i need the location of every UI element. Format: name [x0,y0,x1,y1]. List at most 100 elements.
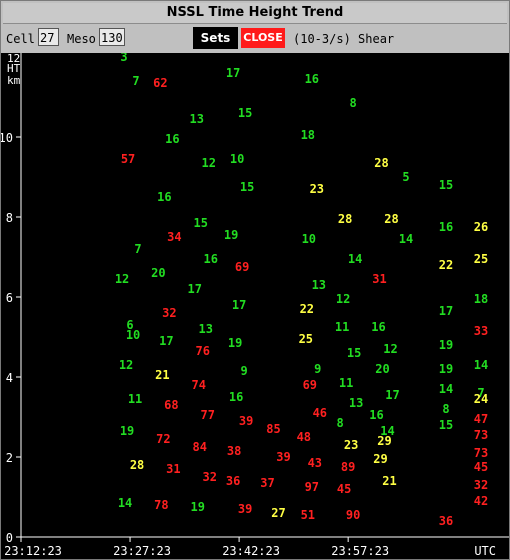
shear-value: 74 [192,378,206,392]
shear-value: 17 [439,304,453,318]
shear-value: 13 [312,278,326,292]
shear-value: 32 [203,470,217,484]
shear-value: 15 [347,346,361,360]
shear-value: 5 [402,170,409,184]
sets-button[interactable]: Sets [193,27,238,49]
shear-value: 69 [235,260,249,274]
shear-value: 8 [442,402,449,416]
y-tick-label: 2 [6,451,13,465]
shear-value: 8 [350,96,357,110]
shear-value: 22 [300,302,314,316]
shear-value: 28 [338,212,352,226]
shear-value: 19 [228,336,242,350]
shear-value: 32 [162,306,176,320]
shear-value: 90 [346,508,360,522]
shear-value: 31 [372,272,386,286]
time-height-plot: 0 2 4 6 8 10 12 HT km 23:12:23 23:27:23 23:42:23 23:… [1,53,509,559]
shear-value: 15 [194,216,208,230]
shear-value: 51 [301,508,315,522]
shear-value: 11 [335,320,349,334]
shear-value: 7 [132,74,139,88]
shear-value: 48 [297,430,311,444]
shear-value: 12 [119,358,133,372]
shear-value: 15 [238,106,252,120]
shear-value: 7 [134,242,141,256]
shear-value: 77 [201,408,215,422]
shear-value: 73 [474,446,488,460]
toolbar: Cell 27 Meso 130 Sets CLOSE (10-3/s) She… [3,24,507,54]
shear-value: 18 [474,292,488,306]
shear-value: 9 [240,364,247,378]
shear-value: 36 [439,514,453,528]
shear-value: 42 [474,494,488,508]
shear-value: 17 [159,334,173,348]
shear-value: 78 [154,498,168,512]
cell-field[interactable]: 27 [38,28,59,46]
shear-value: 16 [165,132,179,146]
shear-value: 46 [313,406,327,420]
trend-chart: 024681012HTkm23:12:23 23:27:23 23:42:23 23:… [1,53,509,558]
x-unit-label: UTC [474,544,496,558]
shear-value: 89 [341,460,355,474]
shear-value: 28 [130,458,144,472]
shear-value: 19 [439,338,453,352]
shear-value: 14 [348,252,362,266]
units-label: (10-3/s) Shear [293,32,395,46]
y-tick-label: 4 [6,371,13,385]
shear-value: 29 [373,452,387,466]
shear-value: 32 [474,478,488,492]
shear-value: 14 [118,496,132,510]
x-tick-label: 23:42:23 [222,544,280,558]
y-tick-label: 10 [1,131,13,145]
y-tick-label: 6 [6,291,13,305]
shear-value: 14 [439,382,453,396]
shear-value: 85 [266,422,280,436]
close-button[interactable]: CLOSE [241,28,285,48]
shear-value: 31 [166,462,180,476]
shear-value: 84 [193,440,207,454]
shear-value: 15 [240,180,254,194]
shear-value: 97 [305,480,319,494]
shear-value: 10 [230,152,244,166]
shear-value: 43 [308,456,322,470]
meso-field[interactable]: 130 [99,28,125,46]
shear-value: 23 [310,182,324,196]
shear-value: 45 [337,482,351,496]
y-tick-label: 8 [6,211,13,225]
shear-value: 34 [167,230,181,244]
shear-value: 15 [439,178,453,192]
y-tick-label: 0 [6,531,13,545]
shear-value: 9 [314,362,321,376]
shear-value: 45 [474,460,488,474]
shear-value: 14 [474,358,488,372]
shear-value: 72 [156,432,170,446]
shear-value: 10 [302,232,316,246]
shear-value: 57 [121,152,135,166]
shear-value: 39 [238,502,252,516]
shear-value: 12 [383,342,397,356]
x-tick-label: 23:57:23 [331,544,389,558]
shear-value: 12 [115,272,129,286]
shear-value: 16 [371,320,385,334]
shear-value: 47 [474,412,488,426]
shear-value: 19 [191,500,205,514]
shear-value: 16 [157,190,171,204]
shear-value: 25 [299,332,313,346]
shear-value: 16 [229,390,243,404]
shear-value: 15 [439,418,453,432]
shear-value: 28 [384,212,398,226]
shear-value: 17 [385,388,399,402]
shear-value: 18 [301,128,315,142]
shear-value: 6 [126,318,133,332]
meso-label: Meso [67,32,96,46]
shear-value: 27 [271,506,285,520]
shear-value: 26 [474,220,488,234]
shear-value: 16 [204,252,218,266]
shear-value: 19 [439,362,453,376]
shear-value: 22 [439,258,453,272]
shear-value: 20 [151,266,165,280]
shear-value: 76 [196,344,210,358]
shear-value: 13 [199,322,213,336]
cell-label: Cell [6,32,35,46]
shear-value: 25 [474,252,488,266]
